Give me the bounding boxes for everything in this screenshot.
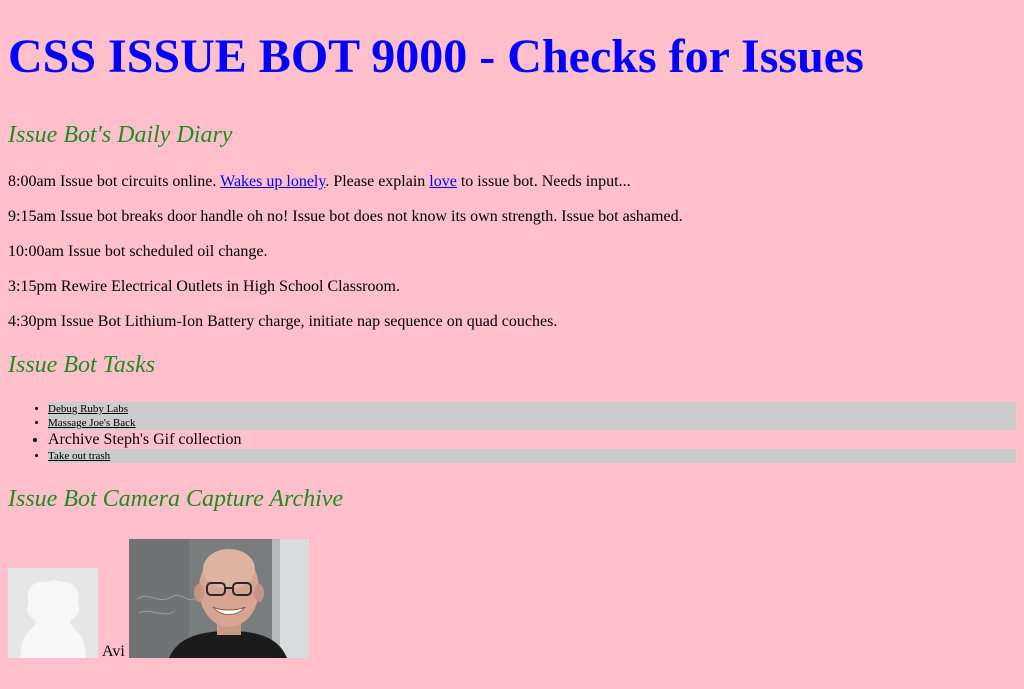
diary-entry-10am: 10:00am Issue bot scheduled oil change. (8, 243, 268, 260)
camera-heading: Issue Bot Camera Capture Archive (8, 486, 344, 512)
task-item-massage-joes-back: Massage Joe's Back (48, 416, 1016, 430)
diary-entry-text: . Please explain (325, 173, 430, 190)
diary-heading: Issue Bot's Daily Diary (8, 122, 233, 148)
diary-entry-915am: 9:15am Issue bot breaks door handle oh n… (8, 208, 683, 225)
tasks-heading: Issue Bot Tasks (8, 352, 156, 378)
debug-ruby-labs-link[interactable]: Debug Ruby Labs (48, 403, 128, 415)
diary-entries: 8:00am Issue bot circuits online. Wakes … (8, 172, 1016, 331)
task-item-debug-ruby-labs: Debug Ruby Labs (48, 402, 1016, 416)
image-caption: Avi (102, 643, 125, 660)
task-item-archive-gifs: Archive Steph's Gif collection (48, 430, 1016, 449)
task-label: Archive Steph's Gif collection (48, 431, 242, 448)
silhouette-placeholder-image (8, 568, 98, 658)
diary-entry-8am: 8:00am Issue bot circuits online. Wakes … (8, 172, 1016, 191)
task-list: Debug Ruby Labs Massage Joe's Back Archi… (8, 402, 1016, 463)
task-item-take-out-trash: Take out trash (48, 449, 1016, 463)
massage-joes-back-link[interactable]: Massage Joe's Back (48, 417, 136, 429)
wakes-up-lonely-link[interactable]: Wakes up lonely (220, 173, 325, 190)
diary-entry-315pm: 3:15pm Rewire Electrical Outlets in High… (8, 278, 400, 295)
camera-gallery: Avi (8, 538, 1016, 660)
page: CSS ISSUE BOT 9000 - Checks for Issues I… (0, 0, 1024, 660)
love-link[interactable]: love (429, 173, 457, 190)
diary-entry-430pm: 4:30pm Issue Bot Lithium-Ion Battery cha… (8, 313, 558, 330)
diary-entry-text: 8:00am Issue bot circuits online. (8, 173, 221, 190)
portrait-photo (128, 539, 309, 658)
page-title: CSS ISSUE BOT 9000 - Checks for Issues (8, 30, 864, 83)
diary-entry-text: to issue bot. Needs input... (456, 173, 631, 190)
take-out-trash-link[interactable]: Take out trash (48, 450, 110, 462)
